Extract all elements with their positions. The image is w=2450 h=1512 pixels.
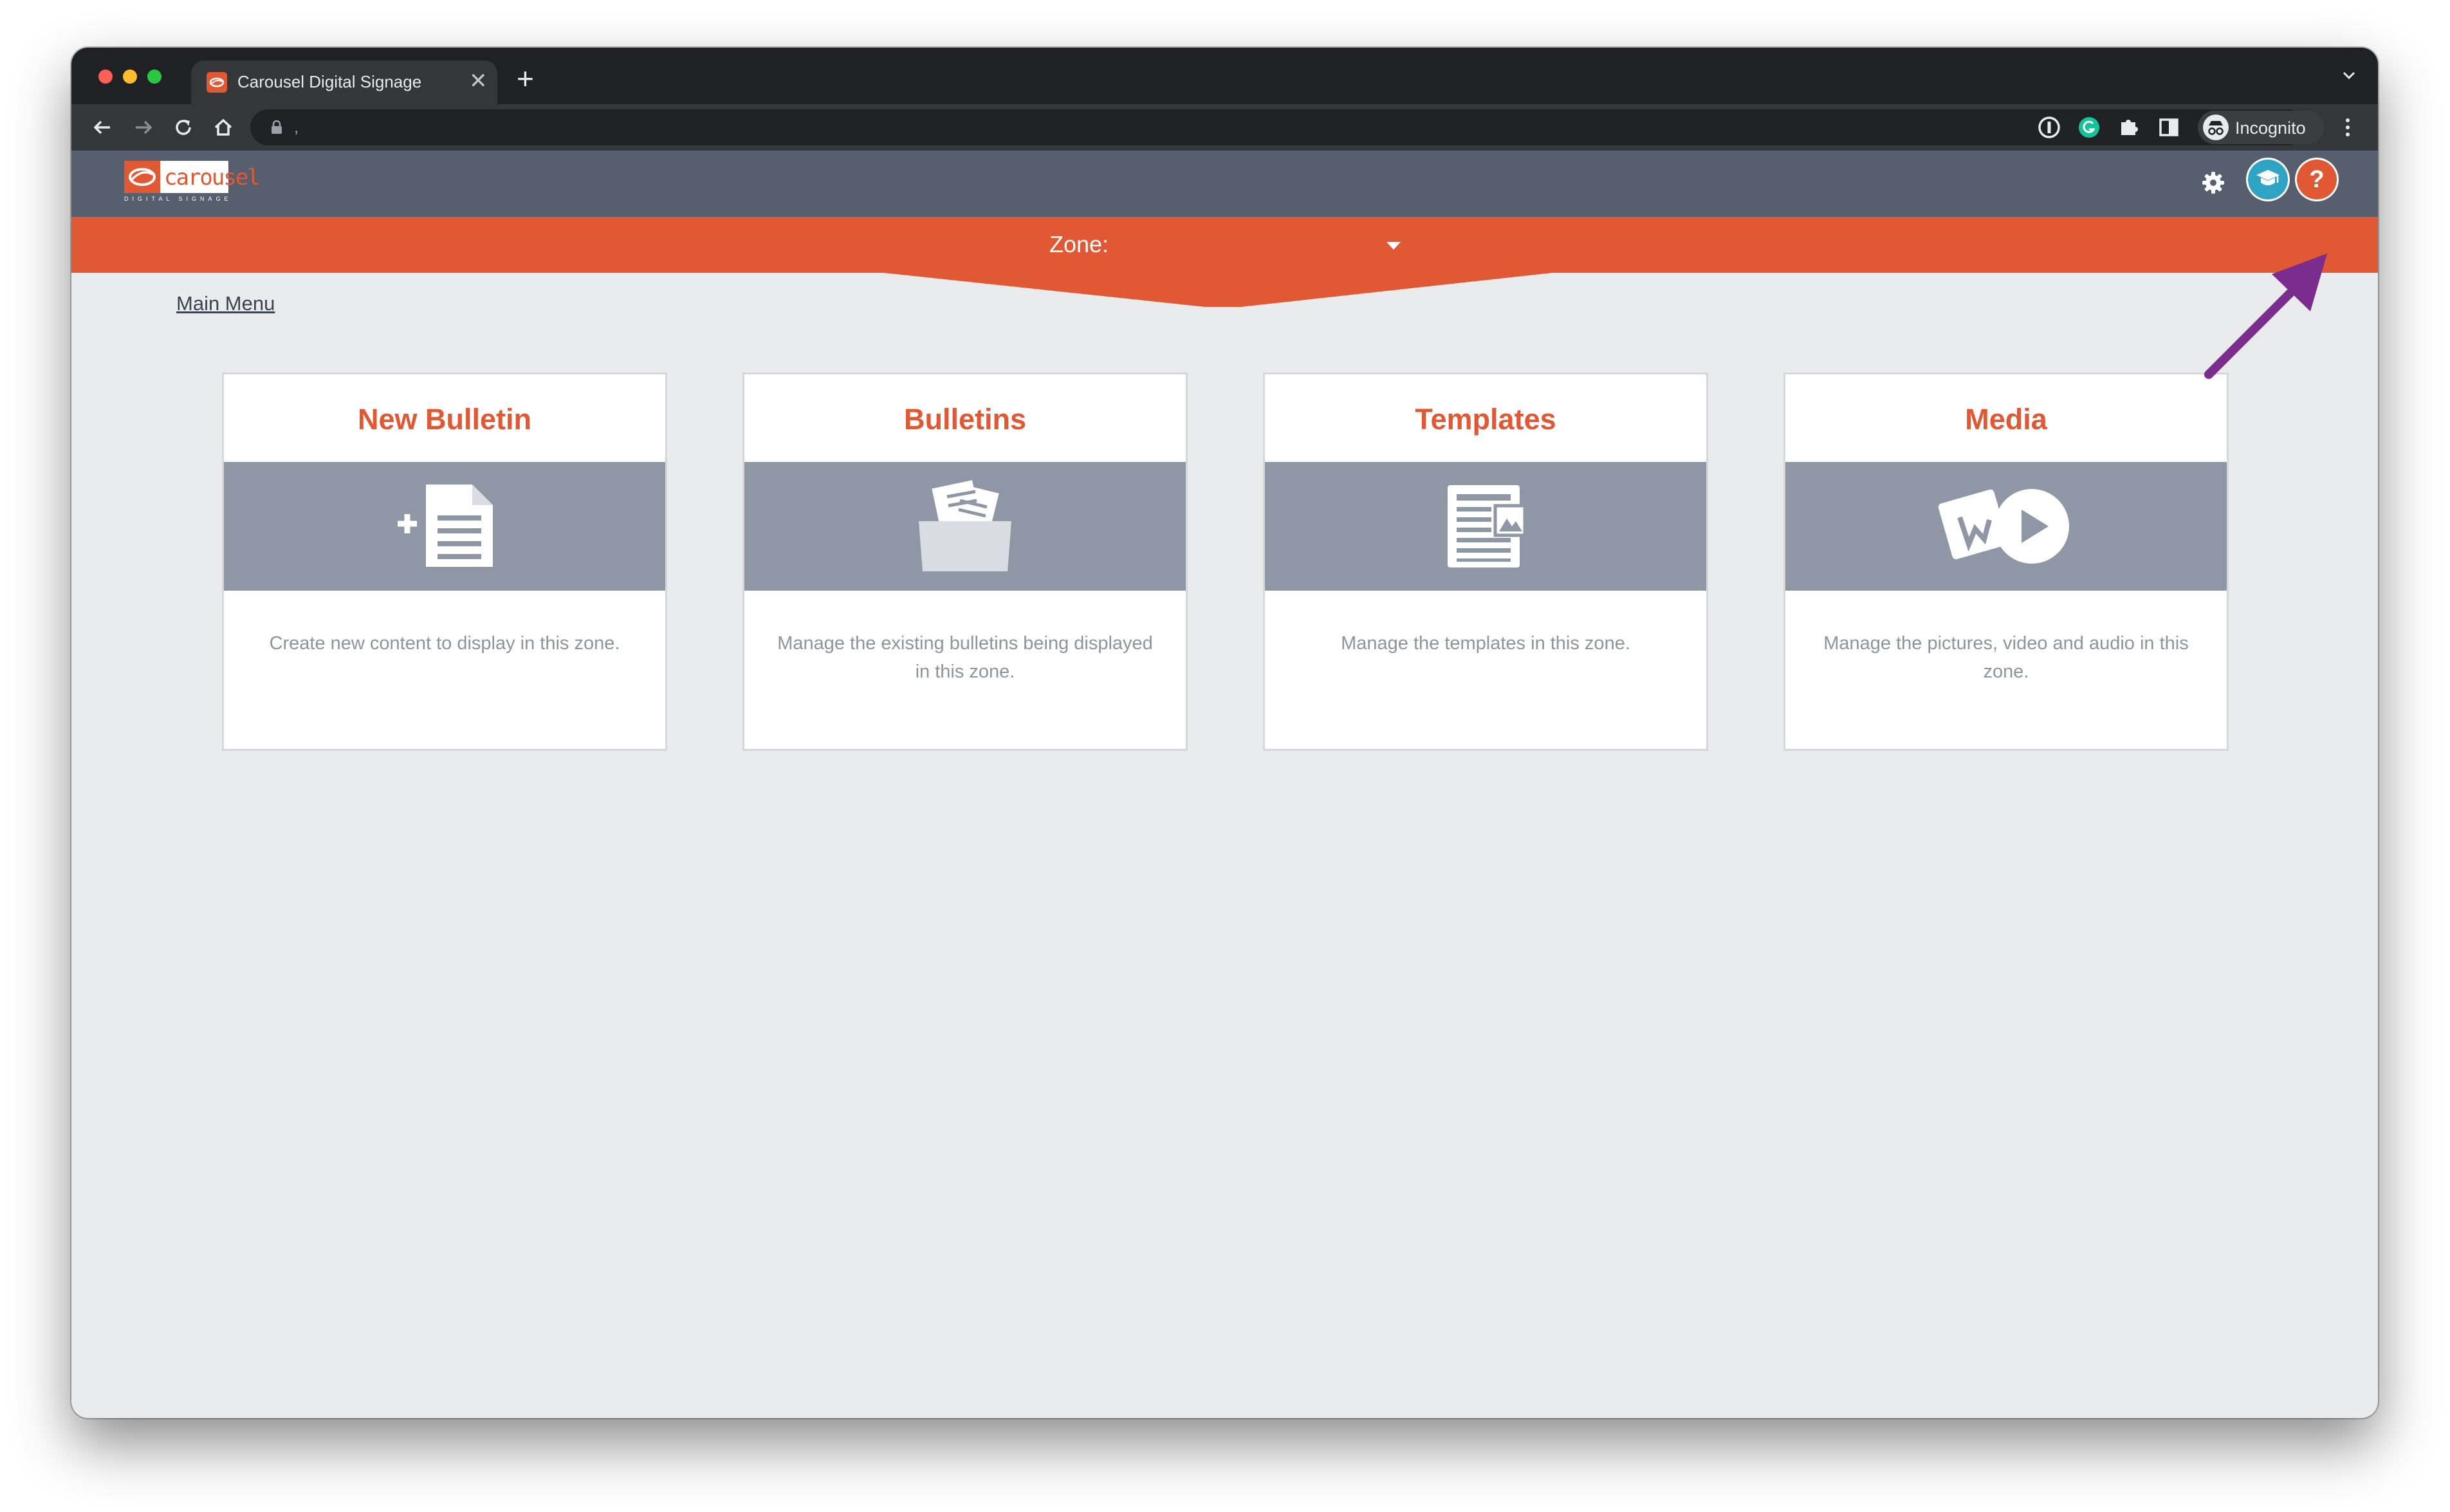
new-document-icon bbox=[398, 484, 493, 567]
card-title: New Bulletin bbox=[357, 403, 532, 436]
zone-label: Zone: bbox=[1049, 231, 1109, 257]
side-panel-icon[interactable] bbox=[2155, 113, 2183, 142]
app-header: carousel DIGITAL SIGNAGE ? bbox=[71, 151, 2378, 217]
password-manager-extension-icon[interactable] bbox=[2035, 113, 2063, 142]
help-button[interactable]: ? bbox=[2297, 160, 2337, 199]
forward-arrow-icon[interactable] bbox=[131, 115, 156, 140]
card-description: Manage the pictures, video and audio in … bbox=[1823, 633, 2189, 682]
reload-icon[interactable] bbox=[170, 115, 196, 140]
settings-gear-icon[interactable] bbox=[2200, 170, 2226, 196]
address-bar[interactable]: , bbox=[250, 109, 2306, 145]
zone-dropdown-caret-icon[interactable] bbox=[1384, 240, 1403, 252]
browser-menu-icon[interactable] bbox=[2341, 115, 2354, 140]
card-title: Templates bbox=[1415, 403, 1556, 436]
carousel-logo-mark-icon bbox=[124, 161, 160, 193]
carousel-favicon-icon bbox=[207, 72, 227, 93]
browser-tab[interactable]: Carousel Digital Signage ✕ bbox=[191, 60, 497, 104]
browser-window: Carousel Digital Signage ✕ + , Incognito… bbox=[71, 48, 2378, 1418]
new-tab-button[interactable]: + bbox=[517, 62, 534, 95]
learning-center-button[interactable] bbox=[2248, 160, 2288, 199]
card-icon-band bbox=[224, 462, 665, 591]
zone-banner: Zone: bbox=[71, 217, 2378, 307]
card-title: Media bbox=[1965, 403, 2047, 436]
minimize-window-button[interactable] bbox=[123, 69, 137, 84]
card-icon-band bbox=[1785, 462, 2227, 591]
graduation-cap-icon bbox=[2256, 170, 2280, 185]
incognito-label: Incognito bbox=[2235, 118, 2306, 138]
grammarly-extension-icon[interactable] bbox=[2075, 113, 2103, 142]
address-text: , bbox=[294, 117, 299, 136]
tab-title: Carousel Digital Signage bbox=[237, 72, 422, 91]
template-icon bbox=[1448, 485, 1527, 567]
carousel-logo[interactable]: carousel DIGITAL SIGNAGE bbox=[124, 161, 261, 203]
back-arrow-icon[interactable] bbox=[89, 115, 115, 140]
lock-icon[interactable] bbox=[268, 119, 285, 136]
card-media[interactable]: Media Manage the pictures, video and aud… bbox=[1785, 374, 2227, 749]
main-menu-link[interactable]: Main Menu bbox=[176, 292, 275, 315]
tab-search-chevron-icon[interactable] bbox=[2339, 66, 2359, 85]
card-new-bulletin[interactable]: New Bulletin Create new content to displ… bbox=[224, 374, 665, 749]
home-icon[interactable] bbox=[210, 115, 236, 140]
logo-wordmark: carousel bbox=[164, 165, 261, 190]
card-icon-band bbox=[1265, 462, 1706, 591]
card-description: Manage the existing bulletins being disp… bbox=[777, 633, 1153, 682]
annotation-arrow-icon bbox=[2204, 254, 2327, 379]
card-bulletins[interactable]: Bulletins Manage the existing bulletins … bbox=[744, 374, 1186, 749]
logo-subtext: DIGITAL SIGNAGE bbox=[124, 196, 232, 202]
zone-banner-shape bbox=[71, 217, 2378, 307]
incognito-icon bbox=[2203, 115, 2229, 140]
media-play-icon bbox=[1938, 489, 2069, 564]
incognito-profile-button[interactable]: Incognito bbox=[2198, 111, 2324, 144]
extensions-puzzle-icon[interactable] bbox=[2115, 113, 2143, 142]
card-title: Bulletins bbox=[903, 403, 1027, 436]
card-icon-band bbox=[744, 462, 1186, 591]
tab-strip: Carousel Digital Signage ✕ + bbox=[71, 48, 2378, 104]
maximize-window-button[interactable] bbox=[147, 69, 161, 84]
card-templates[interactable]: Templates Manage the templates in this z… bbox=[1265, 374, 1706, 749]
folder-documents-icon bbox=[919, 480, 1011, 571]
card-description: Manage the templates in this zone. bbox=[1341, 633, 1630, 654]
close-window-button[interactable] bbox=[98, 69, 113, 84]
tab-close-icon[interactable]: ✕ bbox=[469, 68, 488, 94]
browser-toolbar: , Incognito bbox=[71, 104, 2378, 151]
card-description: Create new content to display in this zo… bbox=[269, 633, 620, 654]
